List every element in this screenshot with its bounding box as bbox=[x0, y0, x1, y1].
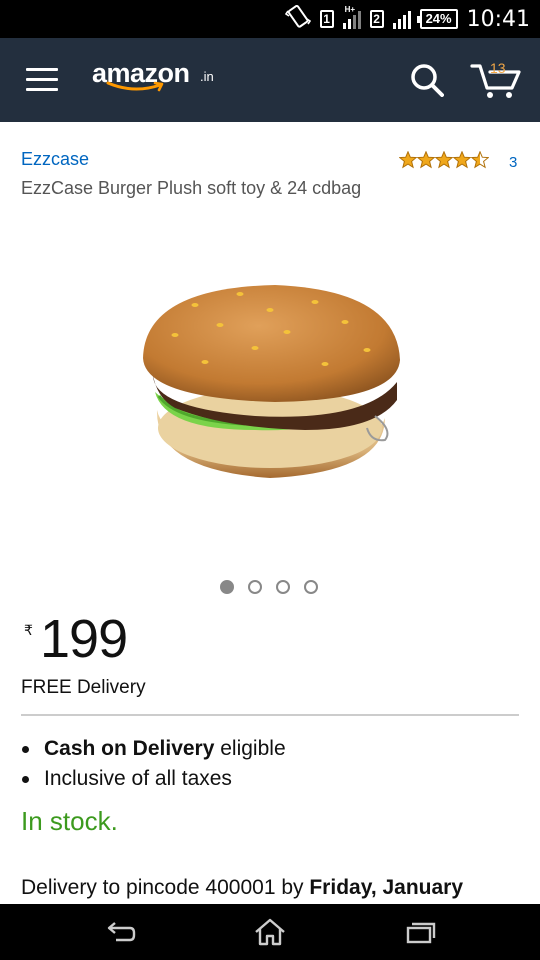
rating-count: 3 bbox=[509, 154, 518, 171]
status-bar: 1 H+ 2 24% 10:41 bbox=[0, 0, 540, 38]
navigation-bar bbox=[0, 904, 540, 960]
sim2-indicator: 2 bbox=[369, 10, 384, 28]
stock-status: In stock. bbox=[21, 806, 118, 836]
amazon-logo[interactable]: amazon .in bbox=[92, 58, 222, 98]
feature-text: Inclusive of all taxes bbox=[44, 767, 232, 790]
list-item: Cash on Delivery eligible bbox=[20, 735, 286, 765]
carousel-dot-3[interactable] bbox=[276, 580, 290, 594]
recent-apps-icon[interactable] bbox=[402, 916, 438, 948]
signal-icon-2 bbox=[392, 9, 411, 29]
delivery-prefix: Delivery to pincode 400001 by bbox=[21, 876, 310, 899]
vibrate-icon bbox=[284, 4, 311, 34]
battery-icon: 24% bbox=[416, 9, 458, 29]
carousel-dot-2[interactable] bbox=[248, 580, 262, 594]
currency-symbol: ₹ bbox=[24, 622, 33, 638]
free-delivery-label: FREE Delivery bbox=[21, 677, 146, 698]
divider bbox=[21, 714, 519, 716]
product-features: Cash on Delivery eligible Inclusive of a… bbox=[20, 735, 286, 795]
signal-icon: H+ bbox=[342, 5, 361, 29]
feature-text: eligible bbox=[214, 737, 286, 760]
delivery-estimate: Delivery to pincode 400001 by Friday, Ja… bbox=[21, 876, 463, 900]
clock: 10:41 bbox=[466, 6, 530, 32]
rating-summary[interactable]: 3 bbox=[399, 151, 517, 171]
image-carousel-dots bbox=[220, 580, 318, 594]
menu-icon[interactable] bbox=[26, 68, 58, 92]
search-icon[interactable] bbox=[410, 63, 444, 97]
price-amount: 199 bbox=[40, 609, 128, 669]
delivery-date: Friday, January bbox=[309, 876, 464, 899]
product-title: EzzCase Burger Plush soft toy & 24 cdbag bbox=[21, 178, 362, 198]
carousel-dot-4[interactable] bbox=[304, 580, 318, 594]
sim1-indicator: 1 bbox=[319, 10, 334, 28]
back-icon[interactable] bbox=[102, 916, 138, 948]
cart-icon[interactable]: 13 bbox=[470, 60, 522, 100]
star-rating-icon bbox=[399, 151, 489, 169]
network-type: H+ bbox=[344, 5, 356, 14]
list-item: Inclusive of all taxes bbox=[20, 765, 286, 795]
logo-smile-icon bbox=[106, 81, 164, 92]
home-icon[interactable] bbox=[252, 916, 288, 948]
app-header: amazon .in 13 bbox=[0, 38, 540, 122]
product-image[interactable] bbox=[135, 280, 405, 485]
cart-count: 13 bbox=[490, 60, 506, 76]
carousel-dot-1[interactable] bbox=[220, 580, 234, 594]
feature-bold: Cash on Delivery bbox=[44, 737, 215, 760]
logo-suffix: .in bbox=[200, 69, 214, 84]
brand-link[interactable]: Ezzcase bbox=[21, 149, 89, 170]
